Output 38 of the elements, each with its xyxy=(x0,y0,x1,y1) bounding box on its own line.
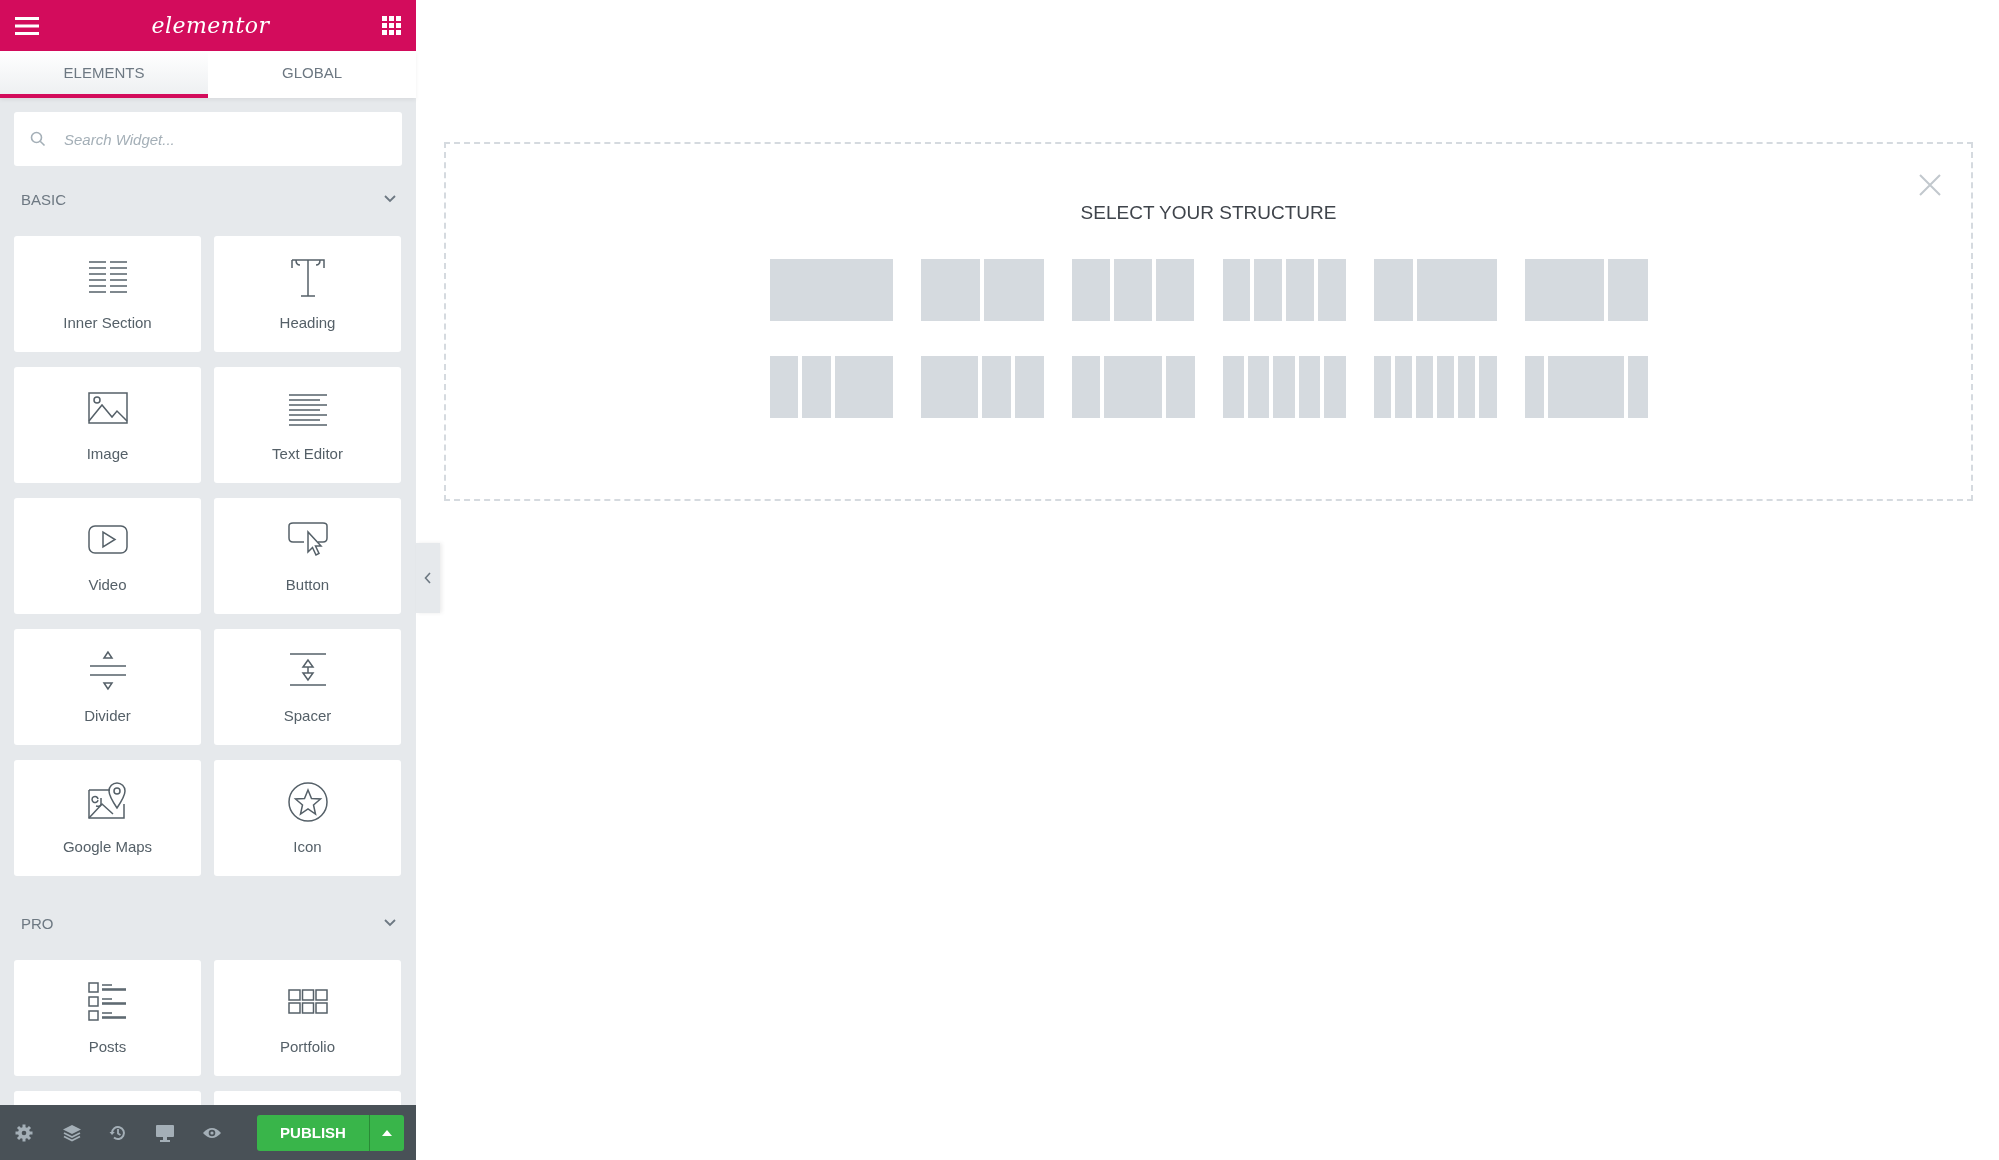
menu-icon[interactable] xyxy=(15,16,39,35)
structure-preset[interactable] xyxy=(1373,259,1497,321)
apps-grid-icon[interactable] xyxy=(382,16,401,35)
category-title: BASIC xyxy=(21,190,66,208)
category-title: PRO xyxy=(21,914,54,932)
widget-card[interactable]: Video xyxy=(14,498,201,614)
structure-preset[interactable] xyxy=(1071,259,1195,321)
structure-preset[interactable] xyxy=(1524,259,1648,321)
panel-tab[interactable]: ELEMENTS xyxy=(0,51,208,98)
chevron-icon[interactable] xyxy=(384,919,396,927)
publish-options-button[interactable] xyxy=(369,1114,404,1151)
structure-preset[interactable] xyxy=(1071,356,1195,418)
widget-card[interactable]: Spacer xyxy=(214,629,401,745)
widget-card[interactable]: Google Maps xyxy=(14,760,201,876)
logo: elementor xyxy=(151,13,270,38)
widget-card[interactable]: Text Editor xyxy=(214,367,401,483)
structure-preset[interactable] xyxy=(769,259,893,321)
widget-card[interactable]: Portfolio xyxy=(214,960,401,1076)
panel-tab[interactable]: GLOBAL xyxy=(208,51,416,98)
structure-preset[interactable] xyxy=(1222,259,1346,321)
structure-preset[interactable] xyxy=(920,259,1044,321)
widget-card[interactable]: Divider xyxy=(14,629,201,745)
widget-card[interactable]: Image xyxy=(14,367,201,483)
structure-preset[interactable] xyxy=(920,356,1044,418)
widget-card[interactable]: Posts xyxy=(14,960,201,1076)
structure-preset[interactable] xyxy=(1373,356,1497,418)
structure-preset[interactable] xyxy=(1222,356,1346,418)
caret-icon xyxy=(382,1129,392,1136)
widget-card[interactable]: Heading xyxy=(214,236,401,352)
structure-title: SELECT YOUR STRUCTURE xyxy=(1080,202,1337,224)
structure-preset[interactable] xyxy=(769,356,893,418)
collapse-handle[interactable] xyxy=(416,543,440,613)
chevron-icon[interactable] xyxy=(384,195,396,203)
widget-card[interactable]: Inner Section xyxy=(14,236,201,352)
widget-card[interactable]: Button xyxy=(214,498,401,614)
widget-card[interactable]: Icon xyxy=(214,760,401,876)
search-field[interactable]: Search Widget... xyxy=(14,112,402,166)
structure-preset[interactable] xyxy=(1524,356,1648,418)
